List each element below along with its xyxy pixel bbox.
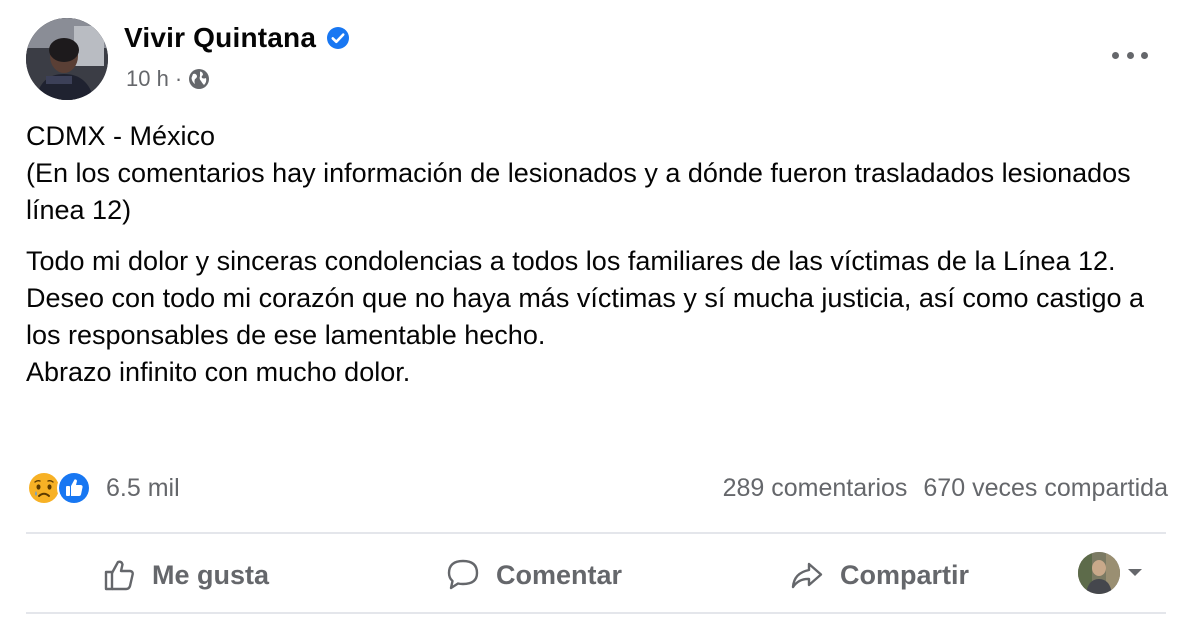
thumbs-up-icon [104,560,134,591]
reactions-summary: 6.5 mil 289 comentarios 670 veces compar… [26,468,1168,508]
post-meta: 10 h · [126,66,210,92]
divider-top [26,532,1166,534]
comments-count[interactable]: 289 comentarios [723,474,908,503]
post-timestamp[interactable]: 10 h [126,66,169,92]
divider-bottom [26,612,1166,614]
post-text-closing: Abrazo infinito con mucho dolor. [26,357,411,387]
post-text-condolences: Todo mi dolor y sinceras condolencias a … [26,246,1116,276]
author-avatar[interactable] [26,18,108,100]
author-row: Vivir Quintana [124,22,350,54]
like-button-label: Me gusta [152,559,270,590]
comment-bubble-icon [447,559,479,590]
reaction-icons[interactable] [26,470,92,506]
globe-icon[interactable] [188,68,210,90]
author-name[interactable]: Vivir Quintana [124,22,316,54]
comment-button-label: Comentar [496,559,623,590]
share-button-label: Compartir [840,559,970,590]
post-body: CDMX - México (En los comentarios hay in… [26,118,1166,391]
user-avatar [1078,552,1120,594]
post-text-wish: Deseo con todo mi corazón que no haya má… [26,283,1145,350]
react-as-selector[interactable] [1078,552,1144,594]
action-bar: Me gusta Comentar Compartir [26,538,1166,612]
shares-count[interactable]: 670 veces compartida [923,474,1168,503]
reaction-count[interactable]: 6.5 mil [106,474,180,503]
share-button[interactable]: Compartir [788,538,969,612]
post-text-note: (En los comentarios hay información de l… [26,158,1131,225]
like-button[interactable]: Me gusta [100,538,269,612]
facebook-post: Vivir Quintana 10 h · CDMX - México (En … [0,0,1192,620]
verified-badge-icon [326,26,350,50]
meta-separator: · [174,66,183,91]
comment-button[interactable]: Comentar [444,538,622,612]
more-options-icon[interactable] [1112,42,1148,68]
like-reaction-icon [56,470,92,506]
chevron-down-icon [1128,569,1142,576]
post-text-location: CDMX - México [26,121,216,151]
engagement-stats: 289 comentarios 670 veces compartida [723,474,1168,503]
share-arrow-icon [791,562,823,589]
